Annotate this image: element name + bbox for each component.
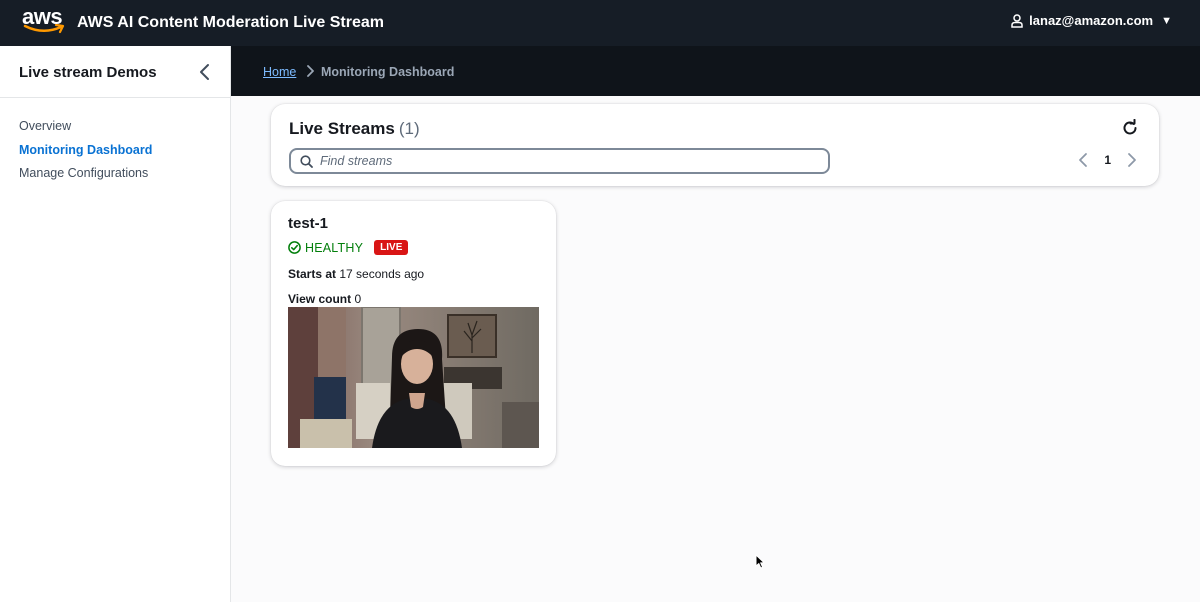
video-frame <box>288 307 539 448</box>
search-icon <box>300 155 313 168</box>
stream-video-thumbnail[interactable] <box>288 307 539 448</box>
side-navigation: Live stream Demos Overview Monitoring Da… <box>0 46 231 602</box>
refresh-icon[interactable] <box>1121 119 1139 137</box>
current-page-number[interactable]: 1 <box>1104 153 1111 167</box>
check-circle-icon <box>288 241 301 254</box>
view-count-label: View count <box>288 292 352 306</box>
chevron-right-icon <box>307 65 314 77</box>
smile-arrow-icon <box>23 24 65 34</box>
breadcrumb-current: Monitoring Dashboard <box>321 65 455 79</box>
stream-card[interactable]: test-1 HEALTHY LIVE Starts at 17 seconds… <box>271 201 556 466</box>
mouse-cursor-icon <box>755 554 765 569</box>
live-streams-panel: Live Streams(1) 1 <box>271 104 1159 186</box>
view-count-value: 0 <box>354 292 362 306</box>
panel-title: Live Streams (1) <box>289 119 420 139</box>
sidebar-item-monitoring-dashboard[interactable]: Monitoring Dashboard <box>0 140 230 164</box>
next-page-icon[interactable] <box>1125 151 1139 169</box>
sidebar-nav-list: Overview Monitoring Dashboard Manage Con… <box>0 98 230 187</box>
main-content: Live Streams(1) 1 test-1 <box>231 96 1200 602</box>
starts-at-row: Starts at 17 seconds ago <box>288 267 424 281</box>
panel-title-text: Live Streams <box>289 119 395 138</box>
pagination: 1 <box>1076 151 1139 169</box>
user-icon <box>1011 13 1023 28</box>
previous-page-icon[interactable] <box>1076 151 1090 169</box>
sidebar-header: Live stream Demos <box>0 46 230 98</box>
collapse-sidebar-icon[interactable] <box>198 63 212 81</box>
sidebar-title[interactable]: Live stream Demos <box>19 64 157 81</box>
sidebar-item-overview[interactable]: Overview <box>0 116 230 140</box>
user-menu-button[interactable]: lanaz@amazon.com ▼ <box>1011 13 1172 28</box>
caret-down-icon: ▼ <box>1161 14 1172 27</box>
sidebar-item-manage-configurations[interactable]: Manage Configurations <box>0 163 230 187</box>
breadcrumb: Home Monitoring Dashboard <box>231 46 1200 96</box>
search-input[interactable] <box>320 152 820 170</box>
health-status: HEALTHY <box>305 240 364 255</box>
view-count-row: View count 0 <box>288 292 361 306</box>
top-navigation: aws AWS AI Content Moderation Live Strea… <box>0 0 1200 46</box>
starts-at-label: Starts at <box>288 267 337 281</box>
status-row: HEALTHY LIVE <box>288 240 409 255</box>
user-email: lanaz@amazon.com <box>1029 13 1154 28</box>
live-badge: LIVE <box>374 240 409 255</box>
search-field[interactable] <box>289 148 830 174</box>
app-title: AWS AI Content Moderation Live Stream <box>77 14 384 31</box>
stream-count: (1) <box>398 119 420 138</box>
starts-at-value: 17 seconds ago <box>339 267 425 281</box>
aws-logo[interactable]: aws <box>22 4 70 37</box>
stream-name[interactable]: test-1 <box>288 215 328 232</box>
breadcrumb-home-link[interactable]: Home <box>263 65 296 79</box>
